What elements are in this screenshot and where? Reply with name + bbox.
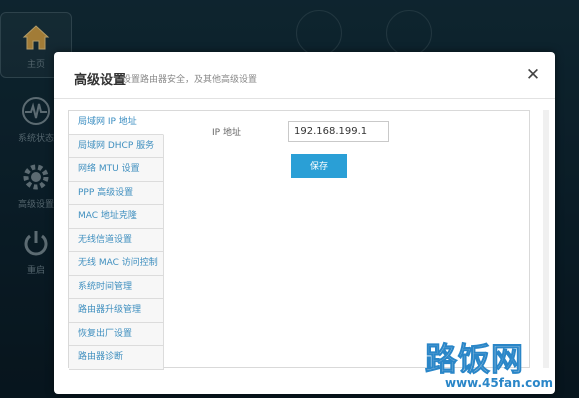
save-button[interactable]: 保存 [291, 154, 347, 178]
menu-item-wireless-mac-filter[interactable]: 无线 MAC 访问控制 [69, 252, 164, 276]
menu-item-mtu[interactable]: 网络 MTU 设置 [69, 158, 164, 182]
menu-item-diagnostics[interactable]: 路由器诊断 [69, 346, 164, 370]
menu-item-mac-clone[interactable]: MAC 地址克隆 [69, 205, 164, 229]
menu-item-factory-reset[interactable]: 恢复出厂设置 [69, 322, 164, 346]
watermark-url: www.45fan.com [445, 376, 554, 390]
ip-address-input[interactable] [288, 121, 389, 142]
menu-item-dhcp[interactable]: 局域网 DHCP 服务 [69, 134, 164, 158]
menu-item-lan-ip[interactable]: 局域网 IP 地址 [69, 111, 164, 135]
ip-address-label: IP 地址 [212, 128, 241, 138]
settings-menu: 局域网 IP 地址 局域网 DHCP 服务 网络 MTU 设置 PPP 高级设置… [69, 111, 164, 370]
scrollbar[interactable] [543, 110, 549, 368]
settings-panel: 局域网 IP 地址 局域网 DHCP 服务 网络 MTU 设置 PPP 高级设置… [68, 110, 530, 370]
dialog-subtitle: 设置路由器安全，及其他高级设置 [122, 75, 258, 85]
menu-item-system-time[interactable]: 系统时间管理 [69, 275, 164, 299]
menu-item-wireless-channel[interactable]: 无线信道设置 [69, 228, 164, 252]
close-icon[interactable]: ✕ [524, 66, 542, 84]
divider [54, 98, 555, 99]
watermark-text: 路饭网 [424, 340, 525, 379]
menu-item-firmware-upgrade[interactable]: 路由器升级管理 [69, 299, 164, 323]
menu-item-ppp[interactable]: PPP 高级设置 [69, 181, 164, 205]
watermark: 路饭网 www.45fan.com [424, 334, 575, 394]
dialog-title: 高级设置 [74, 73, 127, 88]
